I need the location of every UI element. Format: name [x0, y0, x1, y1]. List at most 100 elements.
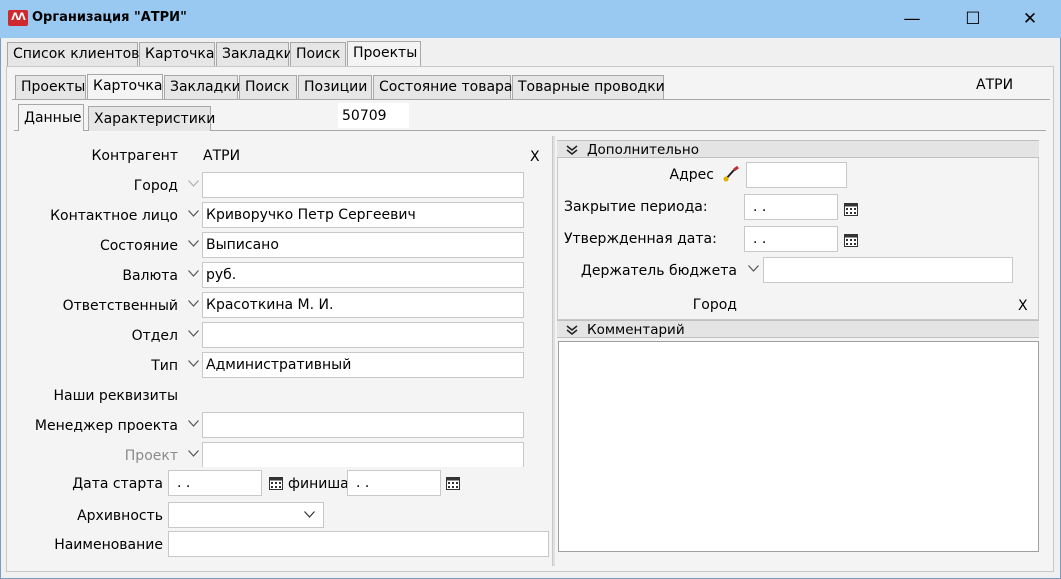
counterparty-clear-button[interactable]: X [530, 149, 540, 165]
contact-dropdown-icon[interactable] [184, 204, 202, 226]
approved-date-label: Утвержденная дата: [564, 231, 717, 247]
start-calendar-icon[interactable] [268, 475, 284, 491]
manager-dropdown-icon[interactable] [184, 414, 202, 436]
tab-label: Поиск [296, 46, 341, 62]
counterparty-label: Контрагент [91, 148, 178, 164]
maximize-button[interactable]: ☐ [950, 0, 996, 38]
tab-label: Проекты [21, 79, 86, 95]
type-dropdown-icon[interactable] [184, 354, 202, 376]
city-label: Город [133, 178, 178, 194]
project-label: Проект [124, 448, 178, 464]
state-label: Состояние [99, 238, 178, 254]
name-field[interactable] [168, 531, 549, 557]
minimize-button[interactable]: — [889, 0, 935, 38]
archive-select[interactable] [168, 502, 324, 528]
budget-holder-dropdown-icon[interactable] [744, 259, 762, 281]
project-field[interactable] [202, 442, 524, 467]
close-period-label: Закрытие периода: [564, 199, 708, 215]
approved-date-field[interactable]: . . [744, 226, 838, 252]
sub-tabs-line [12, 99, 1050, 100]
department-label: Отдел [131, 328, 178, 344]
tab-label: Данные [24, 110, 82, 126]
subtab-goods-postings[interactable]: Товарные проводки [512, 75, 665, 99]
department-field[interactable] [202, 322, 524, 348]
extra-section-header[interactable]: Дополнительно [557, 140, 1039, 158]
tab-card[interactable]: Карточка [139, 42, 215, 66]
tab-label: Карточка [145, 46, 215, 62]
manager-label: Менеджер проекта [34, 418, 178, 434]
tab-client-list[interactable]: Список клиентов [7, 42, 140, 66]
collapse-chevron-icon [566, 325, 578, 335]
tab-label: Карточка [93, 78, 163, 94]
maximize-icon: ☐ [965, 9, 981, 29]
start-date-label: Дата старта [72, 476, 163, 492]
tab-characteristics[interactable]: Характеристики [88, 106, 215, 131]
app-logo-icon: ᐱᐱ [8, 10, 28, 26]
close-period-calendar-icon[interactable] [843, 201, 859, 217]
subtab-positions[interactable]: Позиции [298, 75, 372, 99]
city-field[interactable] [202, 172, 524, 198]
archive-label: Архивность [77, 508, 163, 524]
tab-label: Состояние товара [379, 79, 513, 95]
address-field[interactable] [746, 162, 847, 188]
comment-section-header[interactable]: Комментарий [557, 320, 1039, 338]
finish-date-field[interactable]: . . [347, 470, 441, 496]
contact-label: Контактное лицо [50, 208, 178, 224]
finish-date-label: финиша: [288, 476, 354, 492]
tab-data[interactable]: Данные [18, 104, 84, 131]
project-dropdown-icon[interactable] [184, 444, 202, 466]
close-period-field[interactable]: . . [744, 194, 838, 220]
manager-field[interactable] [202, 412, 524, 438]
record-id: 50709 [338, 103, 409, 128]
approved-calendar-icon[interactable] [843, 232, 859, 248]
tab-label: Проекты [353, 45, 418, 61]
city-dropdown-icon[interactable] [184, 174, 202, 196]
minimize-icon: — [903, 9, 921, 29]
tab-label: Список клиентов [13, 46, 140, 62]
comment-textarea[interactable] [558, 341, 1039, 552]
tab-search[interactable]: Поиск [290, 42, 346, 66]
currency-dropdown-icon[interactable] [184, 264, 202, 286]
tab-label: Поиск [245, 79, 290, 95]
address-label: Адрес [669, 167, 714, 183]
budget-holder-field[interactable] [763, 257, 1013, 283]
org-name: АТРИ [976, 77, 1014, 93]
archive-chevron-down-icon[interactable] [304, 511, 315, 518]
responsible-label: Ответственный [62, 298, 178, 314]
collapse-chevron-icon [566, 145, 578, 155]
counterparty-value: АТРИ [203, 148, 241, 164]
subtab-goods-state[interactable]: Состояние товара [373, 75, 513, 99]
tab-bookmarks[interactable]: Закладки [216, 42, 293, 66]
currency-label: Валюта [122, 268, 178, 284]
window-title: Организация "АТРИ" [32, 10, 187, 25]
responsible-field[interactable]: Красоткина М. И. [202, 292, 524, 318]
responsible-dropdown-icon[interactable] [184, 294, 202, 316]
state-field[interactable]: Выписано [202, 232, 524, 258]
subtab-bookmarks[interactable]: Закладки [164, 75, 241, 99]
tab-projects[interactable]: Проекты [347, 41, 421, 66]
type-label: Тип [151, 358, 178, 374]
extra-city-clear-button[interactable]: X [1018, 298, 1028, 314]
department-dropdown-icon[interactable] [184, 324, 202, 346]
subtab-projects[interactable]: Проекты [15, 75, 86, 99]
extra-section-title: Дополнительно [587, 142, 699, 158]
edit-brush-icon[interactable] [722, 166, 740, 182]
tab-label: Закладки [170, 79, 241, 95]
tab-label: Характеристики [94, 111, 216, 127]
state-dropdown-icon[interactable] [184, 234, 202, 256]
tab-label: Товарные проводки [518, 79, 665, 95]
currency-field[interactable]: руб. [202, 262, 524, 288]
close-button[interactable]: ✕ [1007, 0, 1053, 38]
splitter[interactable] [552, 136, 555, 566]
tab-label: Закладки [222, 46, 293, 62]
close-icon: ✕ [1022, 9, 1038, 29]
start-date-field[interactable]: . . [168, 470, 262, 496]
subtab-card[interactable]: Карточка [87, 74, 163, 99]
logo-text: ᐱᐱ [11, 12, 25, 23]
contact-field[interactable]: Криворучко Петр Сергеевич [202, 202, 524, 228]
our-details-label: Наши реквизиты [53, 388, 178, 404]
name-label: Наименование [54, 537, 163, 553]
type-field[interactable]: Административный [202, 352, 524, 378]
finish-calendar-icon[interactable] [445, 475, 461, 491]
subtab-search[interactable]: Поиск [239, 75, 297, 99]
